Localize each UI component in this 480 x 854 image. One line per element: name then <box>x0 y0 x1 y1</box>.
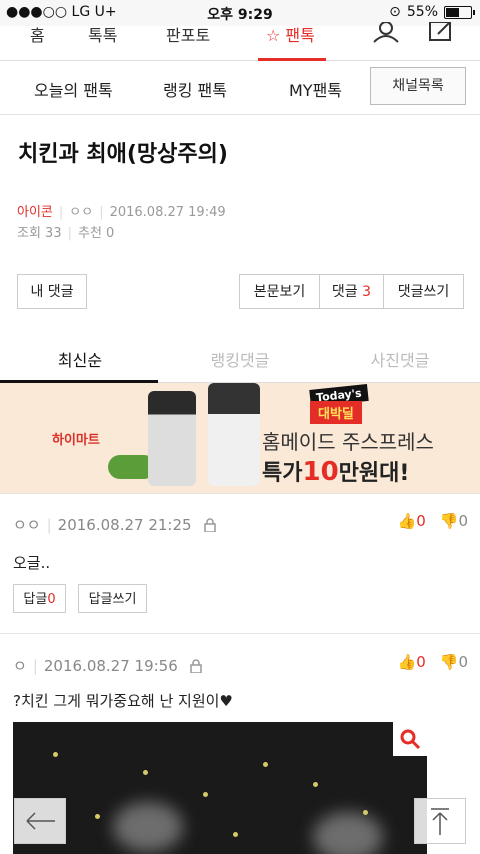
battery-icon <box>444 5 475 19</box>
thumbs-down-icon: 👎 <box>439 653 459 671</box>
post-title: 치킨과 최애(망상주의) <box>18 142 228 167</box>
arrow-left-icon <box>26 812 55 830</box>
photo-light <box>263 762 268 767</box>
ad-brand: 하이마트 <box>52 433 100 448</box>
tab-fantalk[interactable]: ☆ 팬톡 <box>266 22 315 46</box>
thumbs-up-icon: 👍 <box>397 653 417 671</box>
photo-light <box>143 770 148 775</box>
upvote-count: 0 <box>416 512 426 530</box>
ad-price-big: 10 <box>302 457 339 487</box>
tab-toktok[interactable]: 톡톡 <box>88 22 117 46</box>
photo-light <box>53 752 58 757</box>
user-icon[interactable] <box>362 21 410 56</box>
zoom-button[interactable] <box>393 722 427 756</box>
arrow-up-icon <box>431 808 449 835</box>
comments-button[interactable]: 댓글 3 <box>319 274 384 309</box>
tab-latest[interactable]: 최신순 <box>0 347 160 371</box>
write-reply-button[interactable]: 답글쓰기 <box>78 584 147 613</box>
view-body-button[interactable]: 본문보기 <box>239 274 320 309</box>
reply-count: 0 <box>47 592 56 607</box>
comment-votes: 👍0 👎0 <box>398 653 468 671</box>
status-right: ⊙ 55% <box>389 4 475 20</box>
photo-light <box>95 814 100 819</box>
comment-meta: ㅇ | 2016.08.27 19:56 <box>13 655 202 676</box>
photo-blur <box>313 812 383 854</box>
photo-light <box>313 782 318 787</box>
downvote-count: 0 <box>458 512 468 530</box>
comment-author: ㅇㅇ <box>13 516 41 534</box>
comment-author: ㅇ <box>13 657 27 675</box>
ad-headline: 홈메이드 주스프레스 <box>262 430 434 454</box>
post-views: 조회 33 <box>17 226 62 241</box>
post-channel[interactable]: 아이콘 <box>17 205 53 220</box>
ad-price-post: 만원대! <box>338 461 410 486</box>
photo-light <box>203 792 208 797</box>
ad-banner[interactable]: 하이마트 Today's 대박딜 홈메이드 주스프레스 특가10만원대! <box>0 383 480 493</box>
magnifier-icon <box>400 729 421 750</box>
photo-light <box>363 810 368 815</box>
photo-light <box>233 832 238 837</box>
post-stats: 조회 33 | 추천 0 <box>17 226 115 241</box>
comment-meta: ㅇㅇ | 2016.08.27 21:25 <box>13 514 216 535</box>
divider <box>0 493 480 494</box>
lock-icon <box>190 658 202 674</box>
comments-count: 3 <box>362 284 372 300</box>
scroll-top-button[interactable] <box>414 798 466 844</box>
comment-sort-tabs: 최신순 랭킹댓글 사진댓글 <box>0 335 480 383</box>
tab-panphoto[interactable]: 판포토 <box>166 22 210 46</box>
tab-home[interactable]: 홈 <box>30 22 45 46</box>
divider <box>0 633 480 634</box>
comment-datetime: 2016.08.27 19:56 <box>43 656 178 675</box>
downvote-button[interactable]: 👎0 <box>440 653 468 671</box>
battery-percent: 55% <box>406 4 438 20</box>
post-datetime: 2016.08.27 19:49 <box>109 205 226 220</box>
thumbs-up-icon: 👍 <box>397 512 417 530</box>
post-nickname: ㅇㅇ <box>69 205 94 220</box>
downvote-count: 0 <box>458 653 468 671</box>
comments-label: 댓글 <box>331 284 358 300</box>
post-meta: 아이콘 | ㅇㅇ | 2016.08.27 19:49 <box>17 205 226 220</box>
tab-ranking-comments[interactable]: 랭킹댓글 <box>160 347 320 371</box>
ad-price: 특가10만원대! <box>262 455 409 487</box>
comment-photo[interactable] <box>13 722 427 854</box>
my-comments-button[interactable]: 내 댓글 <box>17 274 87 309</box>
upvote-button[interactable]: 👍0 <box>398 653 426 671</box>
photo-blur <box>113 802 183 852</box>
comment-votes: 👍0 👎0 <box>398 512 468 530</box>
lock-icon <box>203 517 216 533</box>
subnav-today[interactable]: 오늘의 팬톡 <box>34 77 113 101</box>
comment-datetime: 2016.08.27 21:25 <box>57 515 192 534</box>
subnav-ranking[interactable]: 랭킹 팬톡 <box>163 77 227 101</box>
ad-price-pre: 특가 <box>262 461 303 486</box>
juicer-image <box>148 391 196 486</box>
global-nav: 홈 톡톡 판포토 ☆ 팬톡 <box>0 19 480 61</box>
upvote-count: 0 <box>416 653 426 671</box>
comment-text: 오글.. <box>13 554 51 572</box>
ad-badge-main: 대박딜 <box>310 401 362 424</box>
upvote-button[interactable]: 👍0 <box>398 512 426 530</box>
comment-text: ?치킨 그게 뭐가중요해 난 지원이♥ <box>13 692 233 710</box>
rotation-lock-icon: ⊙ <box>389 4 401 20</box>
thumbs-down-icon: 👎 <box>439 512 459 530</box>
reply-label: 답글 <box>23 592 48 607</box>
juicer-image-2 <box>208 383 260 486</box>
fantalk-subnav: 오늘의 팬톡 랭킹 팬톡 MY팬톡 채널목록 <box>0 60 480 115</box>
back-button[interactable] <box>14 798 66 844</box>
downvote-button[interactable]: 👎0 <box>440 512 468 530</box>
channel-list-button[interactable]: 채널목록 <box>370 67 466 105</box>
write-icon[interactable] <box>418 19 466 56</box>
tab-photo-comments[interactable]: 사진댓글 <box>320 347 480 371</box>
subnav-my[interactable]: MY팬톡 <box>289 77 342 101</box>
write-comment-button[interactable]: 댓글쓰기 <box>383 274 464 309</box>
reply-button[interactable]: 답글0 <box>13 584 66 613</box>
post-recommend: 추천 0 <box>78 226 115 241</box>
